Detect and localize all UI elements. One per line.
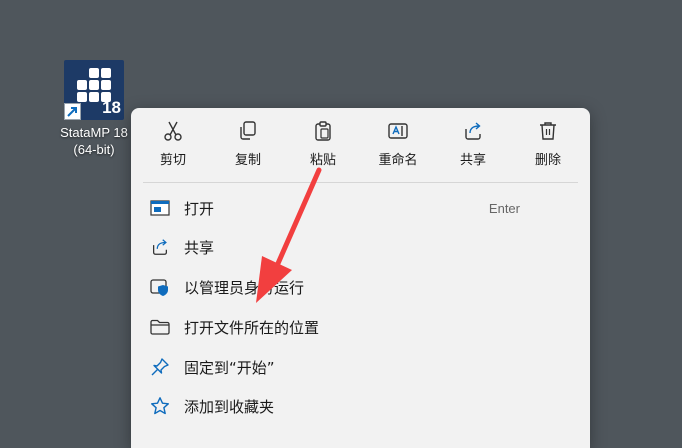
stata-app-icon: 18 [64,60,124,120]
menu-item-open[interactable]: 打开 Enter [139,190,582,226]
app-name-line2: (64-bit) [73,142,115,157]
clipboard-icon [315,121,331,141]
shortcut-arrow-icon [64,103,81,120]
menu-item-add-to-favorites[interactable]: 添加到收藏夹 [139,388,582,424]
tile-badge: 18 [102,98,121,117]
open-shortcut-hint: Enter [488,200,520,216]
star-icon [149,395,171,417]
menu-item-pin-to-start-label: 固定到“开始” [184,358,275,377]
menu-item-open-file-location[interactable]: 打开文件所在的位置 [139,309,582,345]
share-icon [149,236,171,258]
cut-button[interactable]: 剪切 [142,120,204,176]
menu-item-share[interactable]: 共享 [139,229,582,265]
share-toolbar-label: 共享 [459,153,486,168]
menu-item-pin-to-start[interactable]: 固定到“开始” [139,349,582,385]
menu-item-run-as-admin-label: 以管理员身份运行 [184,278,305,297]
rename-label: 重命名 [378,153,418,168]
context-menu: 剪切 复制 粘贴 重命名 共享 删除 打开 Enter 共享 以管理员身份运行 … [131,108,590,448]
delete-label: 删除 [534,153,561,168]
shield-icon [149,276,171,298]
menu-item-run-as-admin[interactable]: 以管理员身份运行 [139,269,582,305]
scissors-icon [164,121,182,141]
desktop-shortcut-label: StataMP 18 (64-bit) [60,124,128,158]
desktop-shortcut-stata[interactable]: 18 StataMP 18 (64-bit) [48,60,140,158]
menu-item-open-file-location-label: 打开文件所在的位置 [184,318,320,337]
app-name-line1: StataMP 18 [60,125,128,140]
menu-item-add-to-favorites-label: 添加到收藏夹 [184,397,275,416]
copy-button[interactable]: 复制 [217,120,279,176]
rename-button[interactable]: 重命名 [367,120,429,176]
context-menu-toolbar: 剪切 复制 粘贴 重命名 共享 删除 [131,108,590,182]
rename-icon [388,123,408,139]
pin-icon [149,356,171,378]
folder-icon [149,316,171,338]
window-icon [149,197,171,219]
delete-button[interactable]: 删除 [517,120,579,176]
paste-button[interactable]: 粘贴 [292,120,354,176]
trash-icon [540,122,556,140]
share-icon [465,122,481,140]
menu-item-share-label: 共享 [184,238,215,257]
menu-item-open-label: 打开 [184,199,215,218]
paste-label: 粘贴 [309,153,336,168]
menu-separator [143,182,578,183]
copy-label: 复制 [234,153,261,168]
cut-label: 剪切 [159,153,186,168]
share-toolbar-button[interactable]: 共享 [442,120,504,176]
copy-icon [240,121,256,140]
